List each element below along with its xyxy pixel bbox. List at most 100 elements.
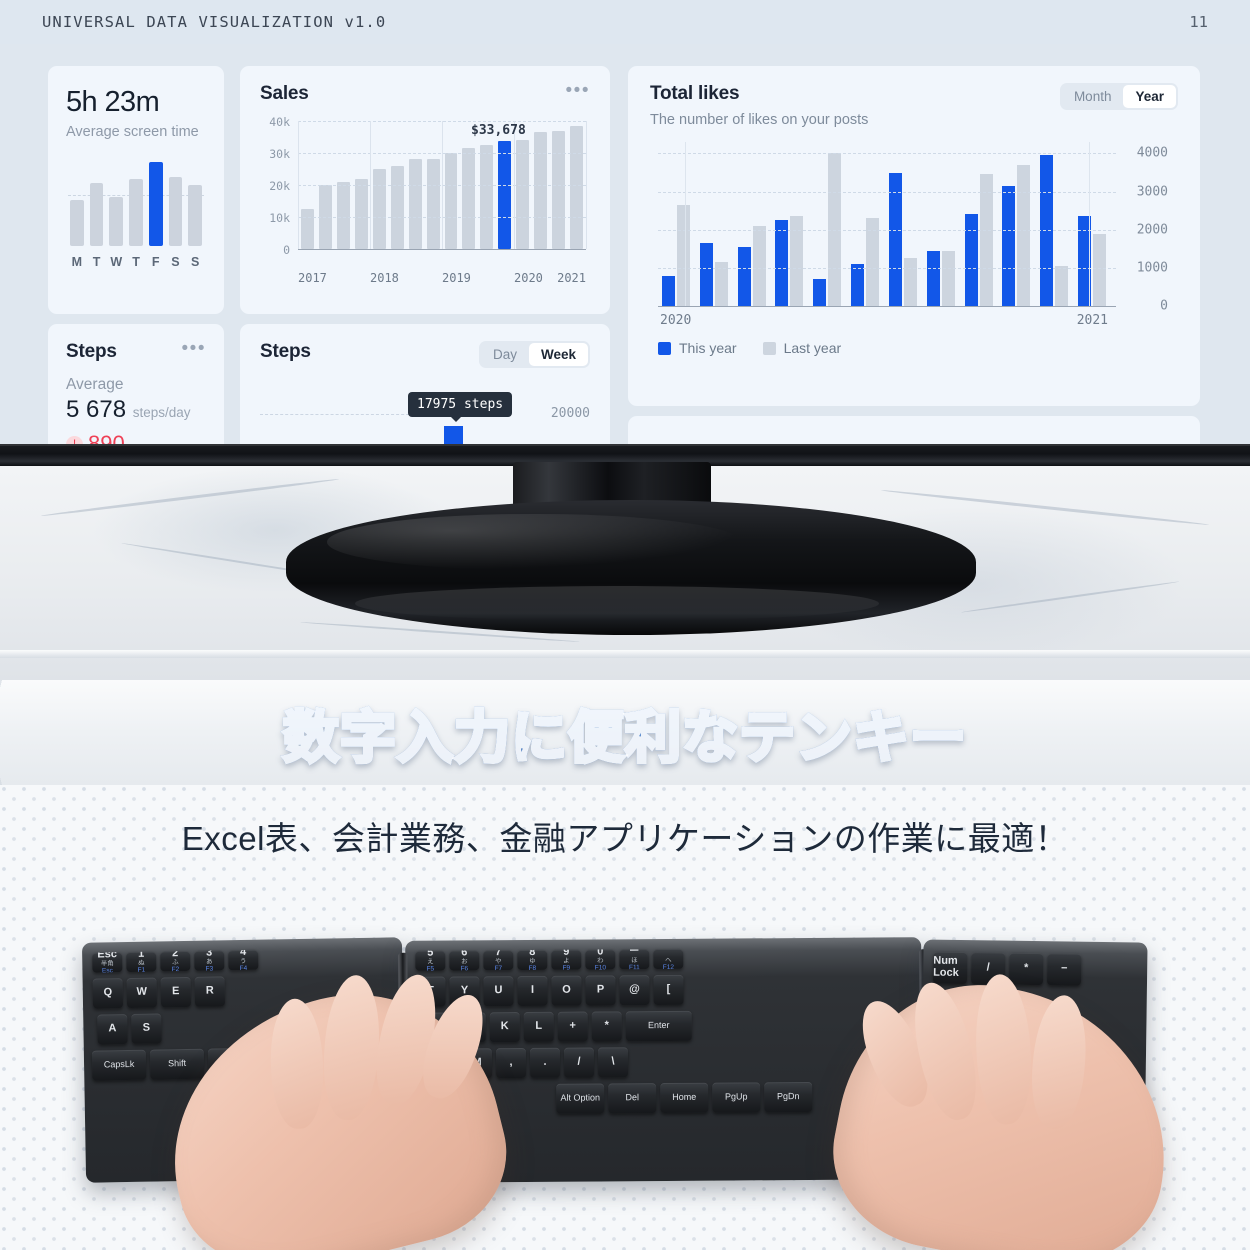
chart-gridline xyxy=(658,191,1116,193)
key-i[interactable]: I xyxy=(517,975,548,1007)
key-label: CapsLk xyxy=(103,1059,135,1070)
key-0[interactable]: 0 わ F10 xyxy=(585,949,616,970)
likes-bar xyxy=(979,174,993,306)
likes-bar xyxy=(1017,164,1031,306)
key-\[interactable]: \ xyxy=(597,1047,629,1078)
key-4[interactable]: 4 う F4 xyxy=(228,949,259,971)
steps-unit: steps/day xyxy=(132,405,191,420)
day-label: T xyxy=(132,254,140,269)
key-pgup[interactable]: PgUp xyxy=(712,1082,761,1113)
chart-gridline xyxy=(1088,142,1090,306)
likes-bar xyxy=(866,218,880,306)
page-number: 11 xyxy=(1189,13,1208,31)
key-label: * xyxy=(1023,962,1029,975)
key-k[interactable]: K xyxy=(489,1012,520,1043)
likes-bar xyxy=(752,225,766,306)
key-shift[interactable]: Shift xyxy=(149,1048,205,1080)
key-s[interactable]: S xyxy=(131,1013,162,1044)
numpad-key-num-lock[interactable]: Num Lock xyxy=(932,951,968,985)
legend-item[interactable]: Last year xyxy=(762,340,841,356)
axis-tick-label: 2017 xyxy=(298,271,327,285)
key-fn-label: F1 xyxy=(137,966,146,973)
key-*[interactable]: * xyxy=(591,1011,622,1042)
key-fn-label: F3 xyxy=(205,965,214,971)
card-steps-detail: Steps Day Week 20000 17975 steps xyxy=(240,324,610,444)
key-9[interactable]: 9 よ F9 xyxy=(551,949,582,970)
key-@[interactable]: @ xyxy=(619,975,650,1006)
overflow-menu-icon[interactable]: ••• xyxy=(182,339,206,358)
toggle-option-week[interactable]: Week xyxy=(528,343,588,366)
day-label: S xyxy=(191,254,200,269)
key-q[interactable]: Q xyxy=(92,978,124,1009)
key-/[interactable]: / xyxy=(563,1047,595,1078)
key-8[interactable]: 8 ゆ F8 xyxy=(517,949,548,971)
sales-bar xyxy=(390,165,404,249)
likes-x-end: 2021 xyxy=(1076,313,1108,328)
legend-item[interactable]: This year xyxy=(658,340,737,356)
keyboard-row-bottom[interactable]: Alt Option Del Home PgUp PgDn xyxy=(556,1081,813,1114)
key-fn-label: F10 xyxy=(594,964,606,970)
key-del[interactable]: Del xyxy=(608,1083,657,1114)
chart-gridline xyxy=(658,229,1116,231)
key-7[interactable]: 7 や F7 xyxy=(483,950,514,971)
key-label: @ xyxy=(629,983,640,996)
sales-baseline xyxy=(298,249,586,250)
overflow-menu-icon[interactable]: ••• xyxy=(566,81,590,100)
key-2[interactable]: 2 ふ F2 xyxy=(160,950,191,972)
key-pgdn[interactable]: PgDn xyxy=(764,1081,813,1113)
key-alt-option[interactable]: Alt Option xyxy=(556,1083,605,1114)
sales-bar xyxy=(354,178,368,249)
key-r[interactable]: R xyxy=(194,976,226,1007)
key-p[interactable]: P xyxy=(585,975,616,1006)
steps-range-toggle[interactable]: Day Week xyxy=(478,341,590,368)
key-5[interactable]: 5 え F5 xyxy=(415,950,446,971)
key-label: Enter xyxy=(647,1020,670,1031)
key-l[interactable]: L xyxy=(523,1011,554,1042)
sales-bar xyxy=(408,159,422,249)
likes-baseline xyxy=(658,306,1116,307)
key-3[interactable]: 3 あ F3 xyxy=(194,950,225,971)
keyboard-row-qwer[interactable]: QWER xyxy=(92,976,226,1009)
numpad-key-*[interactable]: * xyxy=(1008,952,1044,986)
steps-highlight-bar[interactable] xyxy=(444,426,463,444)
key-capslk[interactable]: CapsLk xyxy=(91,1049,147,1081)
key-o[interactable]: O xyxy=(551,975,582,1006)
likes-bar xyxy=(941,250,955,306)
key-label: L xyxy=(535,1020,543,1033)
axis-tick-label: 0 xyxy=(1160,298,1168,314)
key-fn-label: F11 xyxy=(628,963,640,970)
toggle-option-month[interactable]: Month xyxy=(1062,85,1124,108)
numpad-key-−[interactable]: − xyxy=(1046,953,1082,986)
key-enter[interactable]: Enter xyxy=(625,1010,692,1042)
key-＾[interactable]: ＾ へ F12 xyxy=(653,948,684,970)
key-1[interactable]: 1 ぬ F1 xyxy=(126,951,157,973)
key-home[interactable]: Home xyxy=(660,1082,709,1114)
toggle-option-day[interactable]: Day xyxy=(481,343,529,366)
screen-time-chart xyxy=(66,161,206,246)
day-label: F xyxy=(151,254,160,269)
likes-bar xyxy=(1055,265,1069,306)
keyboard-function-row-left[interactable]: Esc 半角 Esc 1 ぬ F1 2 ふ F2 3 あ F3 4 う F4 xyxy=(92,949,259,973)
likes-range-toggle[interactable]: Month Year xyxy=(1059,83,1178,110)
key-.[interactable]: . xyxy=(529,1047,561,1078)
key-u[interactable]: U xyxy=(483,976,514,1007)
key-a[interactable]: A xyxy=(97,1014,128,1045)
key-[[interactable]: [ xyxy=(653,974,684,1006)
card-sales: Sales ••• 0 10k 20k 30k 40k 2017 2018 2019 2020… xyxy=(240,66,610,314)
keyboard-function-row-mid[interactable]: 5 え F5 6 お F6 7 や F7 8 ゆ F8 9 よ F9 0 わ F10 －ほ F11 ＾ へ F12 xyxy=(415,948,684,971)
day-label: T xyxy=(92,254,101,269)
keyboard-row-as[interactable]: AS xyxy=(97,1013,162,1045)
key-,[interactable]: , xyxy=(495,1047,527,1079)
chart-gridline xyxy=(658,267,1116,269)
key-+[interactable]: + xyxy=(557,1011,588,1042)
key-－[interactable]: －ほ F11 xyxy=(619,949,650,970)
key-esc[interactable]: Esc 半角 Esc xyxy=(92,952,123,973)
toggle-option-year[interactable]: Year xyxy=(1123,85,1176,108)
key-6[interactable]: 6 お F6 xyxy=(449,950,480,971)
likes-legend: This year Last year xyxy=(658,340,841,356)
monitor-stand-base xyxy=(286,500,976,635)
screen-time-bar xyxy=(129,178,143,246)
axis-tick-label: 3000 xyxy=(1136,184,1168,200)
key-e[interactable]: E xyxy=(160,976,192,1008)
key-w[interactable]: W xyxy=(126,977,158,1009)
